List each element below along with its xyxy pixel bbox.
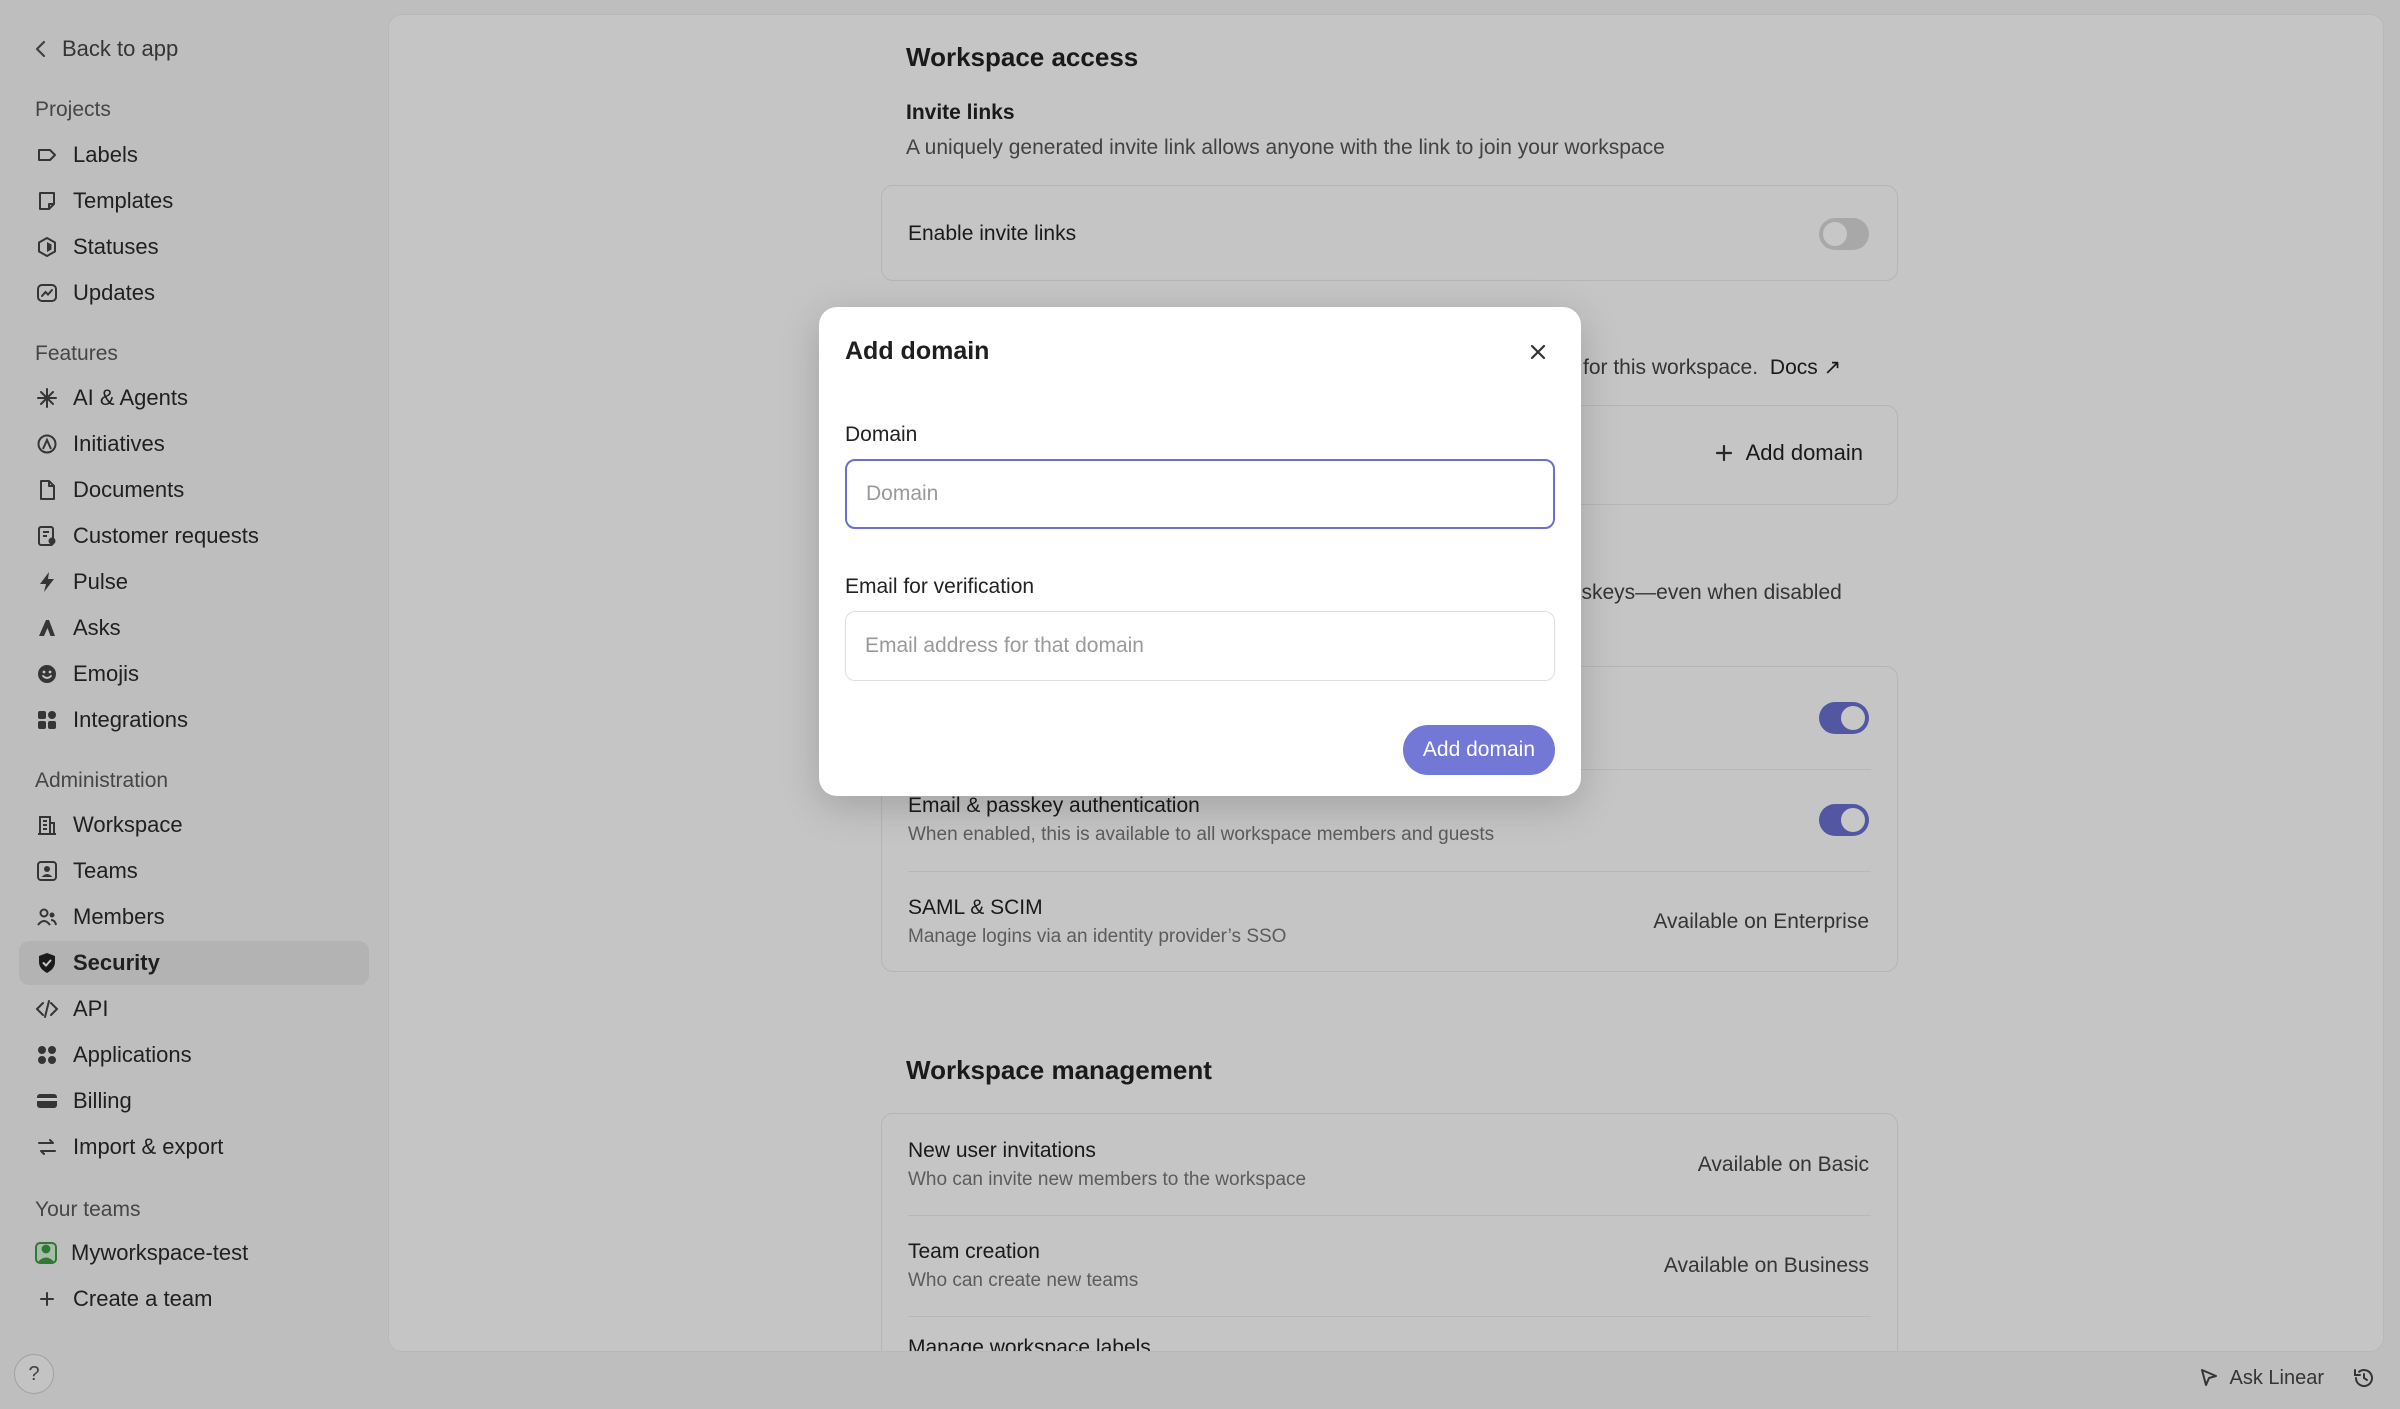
- add-domain-submit-button[interactable]: Add domain: [1402, 725, 1555, 775]
- add-domain-dialog: Add domain Domain Email for verification…: [819, 307, 1581, 796]
- email-verification-input[interactable]: [845, 611, 1555, 681]
- close-button[interactable]: [1523, 337, 1553, 367]
- dialog-title: Add domain: [845, 337, 990, 365]
- email-verification-label: Email for verification: [845, 575, 1035, 598]
- domain-label: Domain: [845, 423, 918, 446]
- domain-input[interactable]: [845, 459, 1555, 529]
- close-icon: [1530, 344, 1546, 360]
